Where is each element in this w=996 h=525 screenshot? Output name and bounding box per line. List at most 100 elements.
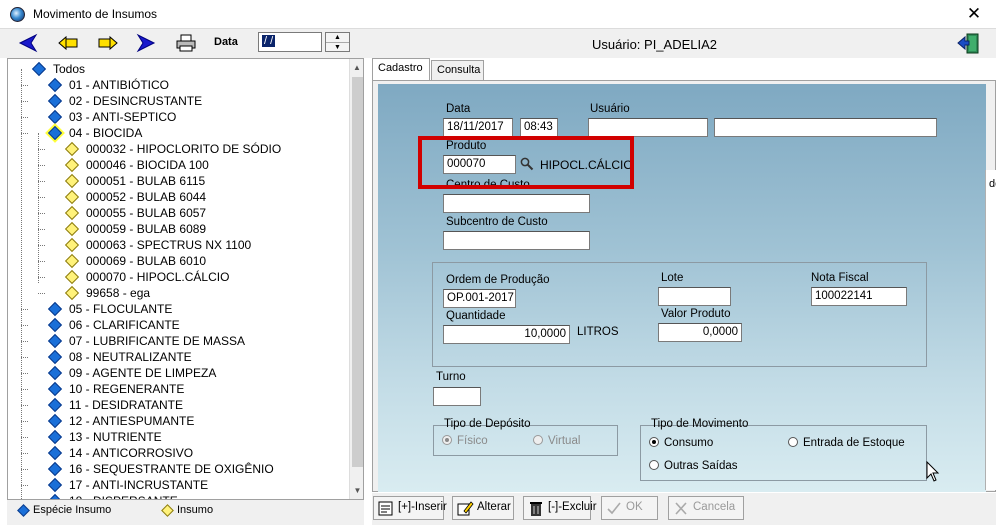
spin-up-icon[interactable]: ▲ (326, 33, 349, 42)
tree-item-label: 12 - ANTIESPUMANTE (69, 414, 195, 428)
tab-cadastro[interactable]: Cadastro (372, 58, 430, 80)
tree-connector (21, 341, 28, 342)
lote-label: Lote (661, 272, 684, 284)
tree-item[interactable]: 000052 - BULAB 6044 (8, 189, 348, 205)
nota-fiscal-label: Nota Fiscal (811, 272, 869, 284)
radio-dot-icon (788, 437, 798, 447)
tree-item[interactable]: 01 - ANTIBIÓTICO (8, 77, 348, 93)
tree-item[interactable]: 000070 - HIPOCL.CÁLCIO (8, 269, 348, 285)
radio-consumo[interactable]: Consumo (649, 437, 713, 449)
tree-connector (38, 181, 45, 182)
tree-item[interactable]: 09 - AGENTE DE LIMPEZA (8, 365, 348, 381)
next-record-button[interactable] (96, 33, 120, 53)
blue-diamond-icon (47, 461, 63, 477)
blue-diamond-icon (17, 504, 30, 517)
tree-connector (38, 197, 45, 198)
scroll-thumb[interactable] (352, 77, 363, 467)
tree-item[interactable]: 18 - DISPERSANTE (8, 493, 348, 499)
produto-code-field[interactable]: 000070 (443, 155, 516, 174)
tree-item-label: 09 - AGENTE DE LIMPEZA (69, 366, 217, 380)
previous-record-icon (58, 35, 78, 51)
date-filter-input[interactable]: / / (258, 32, 322, 52)
tree-item[interactable]: 02 - DESINCRUSTANTE (8, 93, 348, 109)
date-spinner[interactable]: ▲ ▼ (325, 32, 350, 52)
exit-icon (957, 33, 979, 54)
cancela-button[interactable]: Cancela (668, 496, 744, 520)
tree-item[interactable]: 10 - REGENERANTE (8, 381, 348, 397)
tree-item[interactable]: 000063 - SPECTRUS NX 1100 (8, 237, 348, 253)
tree-item[interactable]: 03 - ANTI-SEPTICO (8, 109, 348, 125)
nota-fiscal-field[interactable]: 100022141 (811, 287, 907, 306)
last-record-icon (136, 33, 156, 53)
tree-item[interactable]: 000051 - BULAB 6115 (8, 173, 348, 189)
tree-connector (21, 453, 28, 454)
tree-item[interactable]: 05 - FLOCULANTE (8, 301, 348, 317)
tree-item[interactable]: 99658 - ega (8, 285, 348, 301)
radio-outras-saidas[interactable]: Outras Saídas (649, 460, 738, 472)
tree-item-label: 000059 - BULAB 6089 (86, 222, 207, 236)
radio-entrada-estoque[interactable]: Entrada de Estoque (788, 437, 905, 449)
ok-button[interactable]: OK (601, 496, 658, 520)
scroll-down-icon[interactable]: ▼ (350, 482, 363, 499)
blue-diamond-icon (47, 413, 63, 429)
scroll-up-icon[interactable]: ▲ (350, 59, 363, 76)
inserir-button[interactable]: [+]-Inserir (373, 496, 447, 520)
exit-button[interactable] (955, 32, 981, 55)
centro-custo-field[interactable] (443, 194, 590, 213)
search-icon[interactable] (520, 157, 534, 171)
blue-diamond-icon (47, 381, 63, 397)
lote-field[interactable] (658, 287, 731, 306)
usuario-field[interactable] (588, 118, 708, 137)
excluir-button[interactable]: [-]-Excluir (523, 496, 597, 520)
time-field[interactable]: 08:43 (520, 118, 558, 137)
blue-diamond-icon (31, 61, 47, 77)
first-record-button[interactable] (16, 33, 40, 53)
radio-virtual[interactable]: Virtual (533, 435, 580, 447)
side-fragment: de (985, 170, 996, 490)
tree-connector (21, 437, 28, 438)
category-tree[interactable]: Todos 01 - ANTIBIÓTICO 02 - DESINCRUSTANTE… (7, 58, 364, 500)
print-button[interactable] (174, 33, 198, 53)
previous-record-button[interactable] (56, 33, 80, 53)
tree-item[interactable]: 04 - BIOCIDA (8, 125, 348, 141)
spin-down-icon[interactable]: ▼ (326, 42, 349, 51)
tree-item[interactable]: 08 - NEUTRALIZANTE (8, 349, 348, 365)
tree-item[interactable]: 000059 - BULAB 6089 (8, 221, 348, 237)
last-record-button[interactable] (134, 33, 158, 53)
tree-item[interactable]: 12 - ANTIESPUMANTE (8, 413, 348, 429)
tree-item[interactable]: 07 - LUBRIFICANTE DE MASSA (8, 333, 348, 349)
subcentro-custo-field[interactable] (443, 231, 590, 250)
usuario-name-field[interactable] (714, 118, 937, 137)
trash-icon (530, 502, 542, 516)
tree-item[interactable]: 16 - SEQUESTRANTE DE OXIGÊNIO (8, 461, 348, 477)
tree-item[interactable]: 000055 - BULAB 6057 (8, 205, 348, 221)
tree-item-label: 17 - ANTI-INCRUSTANTE (69, 478, 209, 492)
tree-item[interactable]: 14 - ANTICORROSIVO (8, 445, 348, 461)
tree-item-label: 10 - REGENERANTE (69, 382, 185, 396)
tipo-movimento-title: Tipo de Movimento (651, 418, 749, 430)
radio-fisico[interactable]: Físico (442, 435, 488, 447)
tree-item[interactable]: 13 - NUTRIENTE (8, 429, 348, 445)
tree-item[interactable]: 06 - CLARIFICANTE (8, 317, 348, 333)
ordem-producao-field[interactable]: OP.001-2017 (443, 289, 516, 308)
alterar-button[interactable]: Alterar (452, 496, 514, 520)
tree-item[interactable]: Todos (8, 61, 348, 77)
app-icon (10, 7, 25, 22)
tree-scrollbar[interactable]: ▲ ▼ (349, 59, 363, 499)
usuario-label: Usuário (590, 103, 630, 115)
valor-produto-field[interactable]: 0,0000 (658, 323, 742, 342)
yellow-diamond-icon (64, 157, 80, 173)
close-button[interactable]: ✕ (964, 4, 984, 24)
tree-item[interactable]: 000032 - HIPOCLORITO DE SÓDIO (8, 141, 348, 157)
tree-item[interactable]: 11 - DESIDRATANTE (8, 397, 348, 413)
tree-item[interactable]: 17 - ANTI-INCRUSTANTE (8, 477, 348, 493)
tree-item-label: 07 - LUBRIFICANTE DE MASSA (69, 334, 246, 348)
date-field[interactable]: 18/11/2017 (443, 118, 513, 137)
turno-field[interactable] (433, 387, 481, 406)
tree-item-label: 14 - ANTICORROSIVO (69, 446, 194, 460)
tree-connector (38, 165, 45, 166)
tree-item[interactable]: 000046 - BIOCIDA 100 (8, 157, 348, 173)
tree-item[interactable]: 000069 - BULAB 6010 (8, 253, 348, 269)
quantidade-field[interactable]: 10,0000 (443, 325, 570, 344)
tab-consulta[interactable]: Consulta (431, 60, 484, 80)
